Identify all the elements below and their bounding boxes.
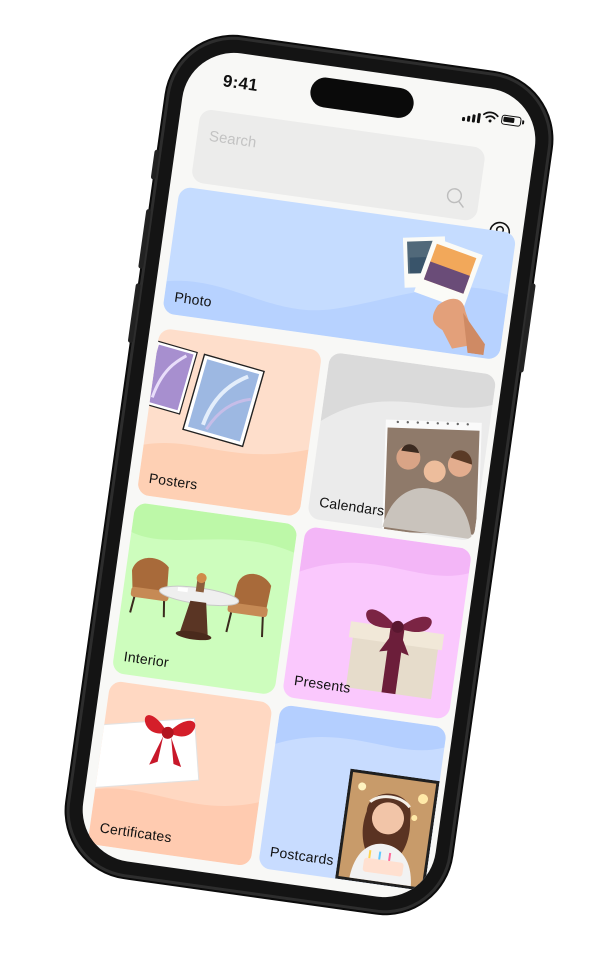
category-card-presents[interactable]: Presents: [281, 526, 473, 720]
search-icon[interactable]: [444, 185, 469, 210]
volume-down-button: [127, 283, 141, 344]
posters-illustration: [144, 340, 265, 448]
wifi-icon: [482, 111, 499, 123]
cellular-signal-icon: [461, 111, 481, 124]
postcard-birthday-girl-illustration: [335, 768, 440, 892]
mockup-stage: 9:41 Search Photo Posters Calendars Inte…: [0, 0, 616, 953]
polaroid-photos-illustration: [402, 236, 485, 356]
app-screen: 9:41 Search Photo Posters Calendars Inte…: [75, 46, 543, 904]
phone-frame: 9:41 Search Photo Posters Calendars Inte…: [61, 31, 557, 919]
gift-certificate-illustration: [90, 715, 200, 788]
dynamic-island: [308, 75, 416, 120]
search-placeholder: Search: [207, 127, 258, 152]
power-button: [518, 283, 536, 373]
category-card-posters[interactable]: Posters: [136, 327, 323, 518]
volume-up-button: [138, 208, 152, 269]
category-card-postcards[interactable]: Postcards: [257, 704, 448, 892]
category-card-certificates[interactable]: Certificates: [87, 680, 273, 867]
battery-icon: [500, 114, 522, 128]
category-card-calendars[interactable]: Calendars: [306, 351, 497, 542]
calendar-family-photo-illustration: [381, 419, 482, 540]
category-card-interior[interactable]: Interior: [111, 502, 298, 696]
gift-box-illustration: [345, 609, 445, 700]
silent-switch: [150, 149, 160, 180]
status-time: 9:41: [221, 71, 260, 96]
